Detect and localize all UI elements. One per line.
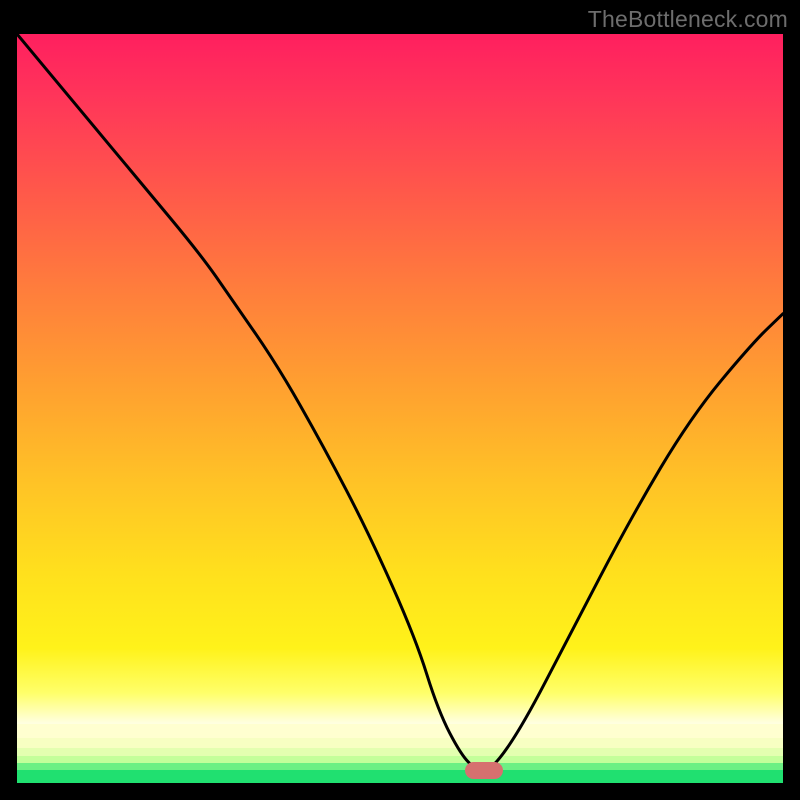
chart-frame: TheBottleneck.com bbox=[0, 0, 800, 800]
bottleneck-curve bbox=[17, 34, 783, 783]
optimal-marker bbox=[465, 762, 503, 779]
plot-area bbox=[17, 34, 783, 783]
watermark-text: TheBottleneck.com bbox=[588, 6, 788, 33]
